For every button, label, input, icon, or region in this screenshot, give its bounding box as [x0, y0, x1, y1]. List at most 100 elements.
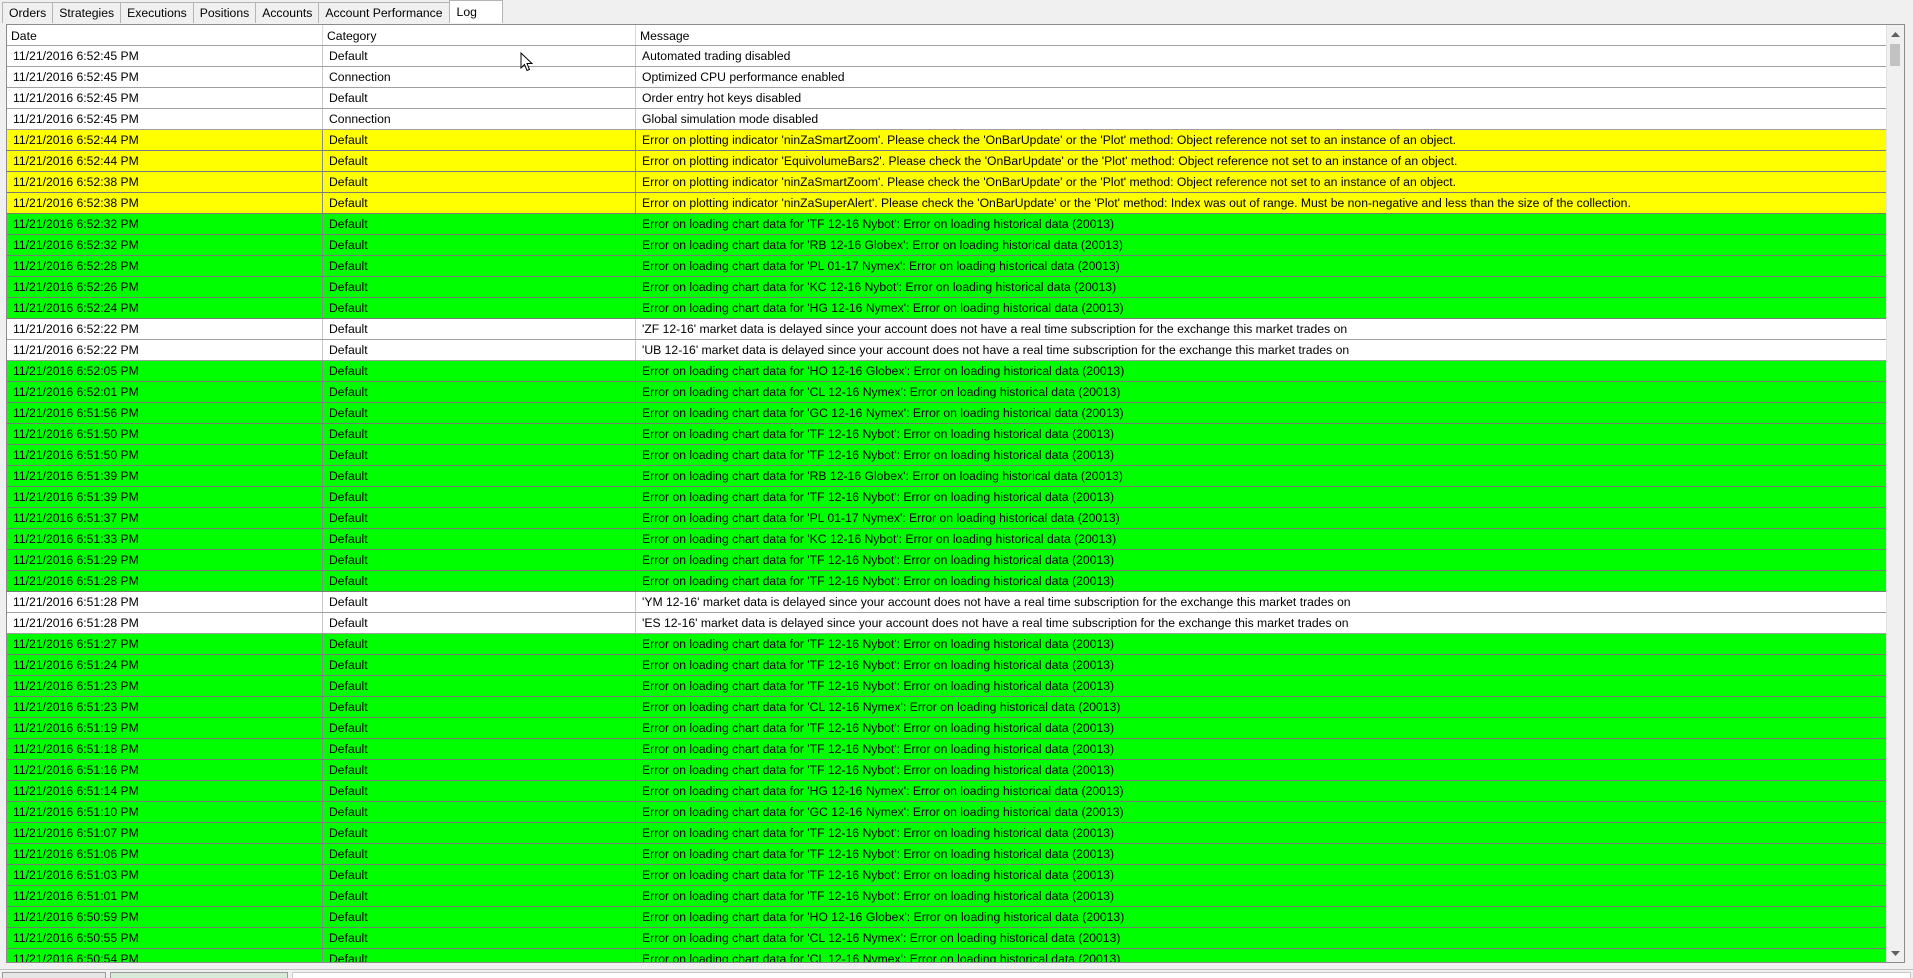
tab-strategies[interactable]: Strategies: [52, 2, 121, 23]
tab-orders[interactable]: Orders: [2, 2, 53, 23]
log-row[interactable]: 11/21/2016 6:50:54 PM Default Error on loa…: [7, 949, 1896, 962]
log-message-cell: Error on plotting indicator 'ninZaSmartZ…: [642, 175, 1457, 189]
log-category-cell: Default: [323, 571, 636, 591]
log-category-cell: Default: [323, 508, 636, 528]
tab-account-performance[interactable]: Account Performance: [318, 2, 449, 23]
workspace-tab-1[interactable]: [2, 972, 106, 978]
log-row[interactable]: 11/21/2016 6:51:16 PM Default Error on loa…: [7, 760, 1896, 781]
log-row[interactable]: 11/21/2016 6:51:50 PM Default Error on loa…: [7, 445, 1896, 466]
log-row[interactable]: 11/21/2016 6:52:32 PM Default Error on loa…: [7, 235, 1896, 256]
log-row[interactable]: 11/21/2016 6:51:06 PM Default Error on loa…: [7, 844, 1896, 865]
workspace-tab-area: [292, 972, 1911, 978]
log-category-cell: Default: [323, 529, 636, 549]
log-row[interactable]: 11/21/2016 6:52:26 PM Default Error on loa…: [7, 277, 1896, 298]
vertical-scrollbar[interactable]: [1886, 25, 1904, 962]
log-row[interactable]: 11/21/2016 6:51:07 PM Default Error on loa…: [7, 823, 1896, 844]
log-category-cell: Default: [323, 130, 636, 150]
log-row[interactable]: 11/21/2016 6:52:44 PM Default Error on plo…: [7, 151, 1896, 172]
log-category-cell: Default: [323, 193, 636, 213]
log-date-cell: 11/21/2016 6:51:14 PM: [7, 781, 323, 801]
log-row[interactable]: 11/21/2016 6:52:22 PM Default 'ZF 12-16' m…: [7, 319, 1896, 340]
log-window: Orders Strategies Executions Positions A…: [0, 0, 1913, 978]
scroll-down-icon[interactable]: [1887, 945, 1904, 962]
log-row[interactable]: 11/21/2016 6:52:24 PM Default Error on loa…: [7, 298, 1896, 319]
tab-accounts[interactable]: Accounts: [255, 2, 319, 23]
log-message-cell: Error on loading chart data for 'TF 12-1…: [642, 448, 1115, 462]
log-row[interactable]: 11/21/2016 6:50:55 PM Default Error on loa…: [7, 928, 1896, 949]
log-row[interactable]: 11/21/2016 6:52:01 PM Default Error on loa…: [7, 382, 1896, 403]
log-message-cell: Error on loading chart data for 'TF 12-1…: [642, 427, 1115, 441]
log-row[interactable]: 11/21/2016 6:51:56 PM Default Error on loa…: [7, 403, 1896, 424]
log-date-cell: 11/21/2016 6:51:23 PM: [7, 697, 323, 717]
log-row[interactable]: 11/21/2016 6:52:32 PM Default Error on loa…: [7, 214, 1896, 235]
log-category-cell: Default: [323, 781, 636, 801]
log-message-cell: Error on loading chart data for 'TF 12-1…: [642, 763, 1115, 777]
log-row[interactable]: 11/21/2016 6:51:28 PM Default 'ES 12-16' m…: [7, 613, 1896, 634]
log-category-cell: Default: [323, 424, 636, 444]
log-row[interactable]: 11/21/2016 6:51:33 PM Default Error on loa…: [7, 529, 1896, 550]
log-date-cell: 11/21/2016 6:52:38 PM: [7, 193, 323, 213]
log-date-cell: 11/21/2016 6:52:45 PM: [7, 67, 323, 87]
column-header-message[interactable]: Message: [636, 25, 1896, 45]
log-row[interactable]: 11/21/2016 6:51:28 PM Default Error on loa…: [7, 571, 1896, 592]
log-row[interactable]: 11/21/2016 6:51:50 PM Default Error on loa…: [7, 424, 1896, 445]
log-row[interactable]: 11/21/2016 6:51:27 PM Default Error on loa…: [7, 634, 1896, 655]
workspace-tab-2[interactable]: [110, 972, 288, 978]
tab-executions[interactable]: Executions: [120, 2, 193, 23]
log-row[interactable]: 11/21/2016 6:51:28 PM Default 'YM 12-16' m…: [7, 592, 1896, 613]
log-date-cell: 11/21/2016 6:52:45 PM: [7, 46, 323, 66]
log-row[interactable]: 11/21/2016 6:51:29 PM Default Error on loa…: [7, 550, 1896, 571]
log-row[interactable]: 11/21/2016 6:52:38 PM Default Error on plo…: [7, 172, 1896, 193]
log-row[interactable]: 11/21/2016 6:51:01 PM Default Error on loa…: [7, 886, 1896, 907]
scroll-thumb[interactable]: [1890, 44, 1900, 66]
tab-log[interactable]: Log: [448, 0, 503, 23]
log-row[interactable]: 11/21/2016 6:51:24 PM Default Error on loa…: [7, 655, 1896, 676]
tab-positions[interactable]: Positions: [192, 2, 256, 23]
log-row[interactable]: 11/21/2016 6:52:05 PM Default Error on loa…: [7, 361, 1896, 382]
log-row[interactable]: 11/21/2016 6:51:10 PM Default Error on loa…: [7, 802, 1896, 823]
log-row[interactable]: 11/21/2016 6:51:37 PM Default Error on loa…: [7, 508, 1896, 529]
log-date-cell: 11/21/2016 6:51:33 PM: [7, 529, 323, 549]
log-row[interactable]: 11/21/2016 6:51:14 PM Default Error on loa…: [7, 781, 1896, 802]
log-row[interactable]: 11/21/2016 6:51:23 PM Default Error on loa…: [7, 676, 1896, 697]
log-date-cell: 11/21/2016 6:52:01 PM: [7, 382, 323, 402]
log-row[interactable]: 11/21/2016 6:52:45 PM Default Order entry …: [7, 88, 1896, 109]
log-row[interactable]: 11/21/2016 6:51:39 PM Default Error on loa…: [7, 466, 1896, 487]
log-message-cell: Error on loading chart data for 'TF 12-1…: [642, 679, 1115, 693]
log-category-cell: Default: [323, 823, 636, 843]
log-date-cell: 11/21/2016 6:52:44 PM: [7, 151, 323, 171]
log-row[interactable]: 11/21/2016 6:52:44 PM Default Error on plo…: [7, 130, 1896, 151]
log-row[interactable]: 11/21/2016 6:51:19 PM Default Error on loa…: [7, 718, 1896, 739]
log-row[interactable]: 11/21/2016 6:52:45 PM Connection Global si…: [7, 109, 1896, 130]
log-message-cell: Error on loading chart data for 'TF 12-1…: [642, 658, 1115, 672]
column-header-date[interactable]: Date: [7, 25, 323, 45]
column-header-category[interactable]: Category: [323, 25, 636, 45]
log-row[interactable]: 11/21/2016 6:50:59 PM Default Error on loa…: [7, 907, 1896, 928]
bottom-workspace-strip: [0, 969, 1913, 978]
log-category-cell: Default: [323, 928, 636, 948]
log-message-cell: Error on loading chart data for 'HG 12-1…: [642, 301, 1124, 315]
log-row[interactable]: 11/21/2016 6:52:45 PM Connection Optimized…: [7, 67, 1896, 88]
log-date-cell: 11/21/2016 6:51:18 PM: [7, 739, 323, 759]
log-category-cell: Default: [323, 613, 636, 633]
log-row[interactable]: 11/21/2016 6:52:45 PM Default Automated tr…: [7, 46, 1896, 67]
log-date-cell: 11/21/2016 6:52:05 PM: [7, 361, 323, 381]
log-row[interactable]: 11/21/2016 6:51:03 PM Default Error on loa…: [7, 865, 1896, 886]
log-date-cell: 11/21/2016 6:51:39 PM: [7, 487, 323, 507]
log-category-cell: Default: [323, 739, 636, 759]
log-row[interactable]: 11/21/2016 6:52:22 PM Default 'UB 12-16' m…: [7, 340, 1896, 361]
log-message-cell: 'ZF 12-16' market data is delayed since …: [642, 322, 1348, 336]
log-row[interactable]: 11/21/2016 6:51:23 PM Default Error on loa…: [7, 697, 1896, 718]
log-row[interactable]: 11/21/2016 6:51:39 PM Default Error on loa…: [7, 487, 1896, 508]
scroll-up-icon[interactable]: [1887, 25, 1904, 42]
log-message-cell: Error on loading chart data for 'TF 12-1…: [642, 868, 1115, 882]
log-row[interactable]: 11/21/2016 6:52:28 PM Default Error on loa…: [7, 256, 1896, 277]
log-grid[interactable]: Date Category Message 11/21/2016 6:52:45…: [6, 24, 1905, 963]
log-date-cell: 11/21/2016 6:51:29 PM: [7, 550, 323, 570]
log-category-cell: Default: [323, 319, 636, 339]
log-row[interactable]: 11/21/2016 6:52:38 PM Default Error on plo…: [7, 193, 1896, 214]
log-date-cell: 11/21/2016 6:52:24 PM: [7, 298, 323, 318]
log-row[interactable]: 11/21/2016 6:51:18 PM Default Error on loa…: [7, 739, 1896, 760]
log-date-cell: 11/21/2016 6:52:22 PM: [7, 319, 323, 339]
log-message-cell: Error on plotting indicator 'EquivolumeB…: [642, 154, 1458, 168]
